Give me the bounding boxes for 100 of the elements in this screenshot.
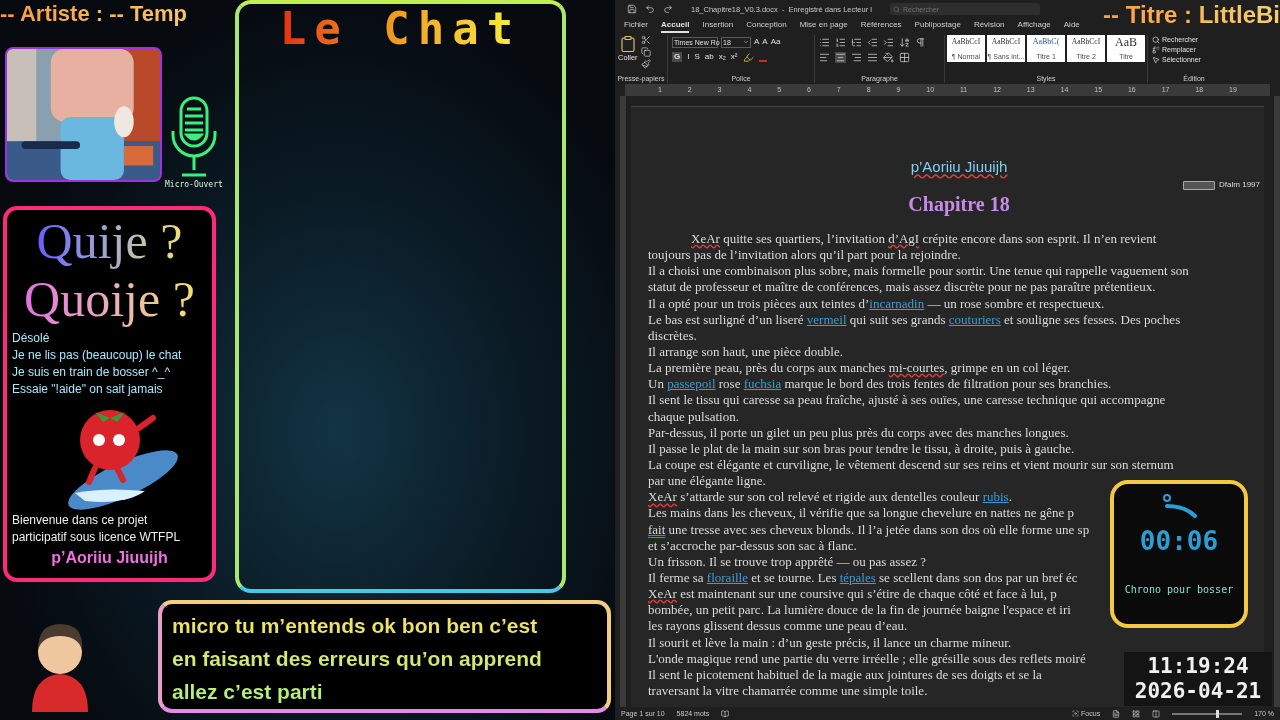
document-link[interactable]: rubis <box>982 489 1009 505</box>
document-line: Le bas est surligné d’un liseré vermeil qui suit ses grands couturiers et souligne ses fesses. Des poches <box>648 311 1181 328</box>
numbered-list-icon[interactable] <box>835 36 846 48</box>
message-line: Je ne lis pas (beaucoup) le chat <box>12 347 183 364</box>
chrono-time: 00:06 <box>1139 526 1219 556</box>
document-link[interactable]: passepoil <box>667 376 716 392</box>
copy-icon[interactable] <box>640 47 651 57</box>
ribbon-tab[interactable]: Conception <box>746 18 787 33</box>
dropdown-caret-icon[interactable] <box>743 39 749 45</box>
document-line: Un frisson. Il se trouve trop apprêté — ou pas assez ? <box>648 553 926 570</box>
font-size-button[interactable]: A <box>754 37 760 47</box>
document-line: bombée, un petit parc. La lumière douce de la fin de journée baigne l'espace et iri <box>648 602 1071 619</box>
highlighter-icon[interactable] <box>742 51 754 63</box>
pilcrow-icon[interactable] <box>915 36 926 48</box>
zoom-slider[interactable] <box>1172 712 1243 715</box>
font-size-button[interactable]: A <box>762 37 768 47</box>
chapter-title: Chapitre 18 <box>908 192 1010 216</box>
bullet-list-icon[interactable] <box>819 36 830 48</box>
format-button[interactable]: S <box>694 52 700 62</box>
cursor-icon <box>1152 55 1160 64</box>
multilevel-list-icon[interactable] <box>851 36 862 48</box>
redo-icon[interactable] <box>663 4 673 14</box>
web-layout-icon[interactable] <box>1132 709 1141 718</box>
zoom-slider-thumb[interactable] <box>1215 709 1219 718</box>
document-line: Un passepoil rose fuchsia marque le bord des trois fentes de filtration pour ses branchies. <box>648 376 1112 393</box>
ribbon-tab[interactable]: Mise en page <box>799 18 848 33</box>
font-size-button[interactable]: Aa <box>770 37 781 47</box>
print-layout-icon[interactable] <box>1112 709 1121 718</box>
align-center-icon[interactable] <box>835 51 846 63</box>
document-line: chaque pulsation. <box>648 408 739 425</box>
document-line: Il a choisi une combinaison plus sobre, mais formelle pour sortir. Une tenue qui rappelle vaguement son <box>648 263 1189 280</box>
justify-icon[interactable] <box>867 51 878 63</box>
sort-icon[interactable] <box>899 36 910 48</box>
indent-decrease-icon[interactable] <box>867 36 878 48</box>
format-button[interactable]: ab <box>704 52 714 62</box>
document-link[interactable]: couturiers <box>948 311 1001 327</box>
clipboard-icon <box>618 35 637 53</box>
format-button[interactable]: G <box>672 52 683 62</box>
document-line: Par-dessus, il porte un gilet un peu plus près du corps avec des manches longues. <box>648 424 1069 441</box>
document-link[interactable]: floraille <box>706 569 748 585</box>
format-button[interactable]: I <box>687 52 690 62</box>
ribbon-tab[interactable]: Publipostage <box>914 18 961 33</box>
search-icon <box>892 5 900 13</box>
undo-icon[interactable] <box>645 4 655 14</box>
document-link[interactable]: fuchsia <box>743 376 782 392</box>
indent-increase-icon[interactable] <box>883 36 894 48</box>
welcome-text: Bienvenue dans ce projet participatif sous licence WTFPL <box>12 512 182 546</box>
document-line: fait une tresse avec ses cheveux blonds. Il l’a jetée dans son dos où elle forme une sp <box>648 521 1090 538</box>
chrono-label: Chrono pour bosser <box>1124 584 1234 596</box>
format-painter-icon[interactable] <box>640 59 651 69</box>
format-button[interactable]: x² <box>730 52 738 62</box>
align-right-icon[interactable] <box>851 51 862 63</box>
message-line: Désolé <box>12 330 51 347</box>
ribbon-tab[interactable]: Insertion <box>702 18 734 33</box>
search-icon <box>1152 35 1160 44</box>
cut-icon[interactable] <box>640 35 651 45</box>
document-link[interactable]: vermeil <box>806 311 847 327</box>
document-line: Il sent le tissu qui caresse sa peau fraîche, ajusté à ses ouïes, une caresse technique qui accompagne <box>648 392 1166 409</box>
shading-icon[interactable] <box>883 51 894 63</box>
document-line: Les mains dans les cheveux, il vérifie que sa longue chevelure en nattes ne gêne p <box>648 505 1074 522</box>
document-line: par une élégante ligne. <box>648 473 766 490</box>
ribbon-tab[interactable]: Révision <box>973 18 1005 33</box>
ribbon-tab[interactable]: Références <box>860 18 902 33</box>
document-line: Il sent le picotement habituel de la magie aux jointures de ses doigts et se la <box>648 666 1042 683</box>
ribbon-tab[interactable]: Fichier <box>624 18 648 33</box>
align-left-icon[interactable] <box>819 51 830 63</box>
style-preview: AaBbC( <box>1032 36 1060 48</box>
document-line: Il sourit et lève la main : d’un geste précis, il lance un charme mineur. <box>648 634 1012 651</box>
author-name: p’Aoriiu Jiuuijh <box>51 548 168 568</box>
book-icon[interactable] <box>721 709 730 718</box>
document-line: L'onde magique rend une partie du verre irréelle ; elle grésille sous des reflets moiré <box>648 650 1086 667</box>
document-line: statut de professeur et maître de conférences, mais assez discrète pour ne pas paraître prétentieux. <box>648 279 1156 296</box>
document-line: XeAr quitte ses quartiers, l’invitation d’AgI crépite encore dans son esprit. Il n’en revient <box>691 231 1157 248</box>
author-heading: p’Aoriiu Jiuuijh <box>910 158 1008 176</box>
document-line: discrètes. <box>648 327 697 344</box>
document-line: La première peau, près du corps aux manches mi-courtes, grimpe en un col léger. <box>648 360 1071 377</box>
clock-date: 2026-04-21 <box>1134 679 1262 704</box>
document-line: Il ferme sa floraille et se tourne. Les tépales se scellent dans son dos par un bref éc <box>648 569 1078 587</box>
message-line: Essaie "!aide" on sait jamais <box>12 381 164 398</box>
document-line: Il arrange son haut, une pièce double. <box>648 344 843 361</box>
read-mode-icon[interactable] <box>1152 709 1161 718</box>
ribbon-tab[interactable]: Affichage <box>1017 18 1051 33</box>
license-text: Dfalm 1997 <box>1219 180 1260 190</box>
format-button[interactable]: x₂ <box>718 52 726 62</box>
clock-time: 11:19:24 <box>1147 654 1249 679</box>
message-line: Je suis en train de bosser ^_^ <box>12 364 171 381</box>
document-line: La coupe est élégante et curviligne, le vêtement descend sur ses reins et vient mourir sur son sternum <box>648 456 1174 474</box>
document-line: les rayons glissent dessus comme une peau d’eau. <box>648 618 908 635</box>
document-line: toujours pas de l’invitation alors qu’il part pour la rejoindre. <box>648 247 961 264</box>
document-line: Il a opté pour un trois pièces aux teintes d’incarnadin — un rose sombre et respectueux. <box>648 295 1105 312</box>
document-line: et s’accroche par-dessus son sac à flanc. <box>648 537 857 554</box>
save-icon[interactable] <box>627 4 637 14</box>
document-line: traversant la vitre chamarrée comme une simple toile. <box>648 682 928 700</box>
ribbon-tab[interactable]: Aide <box>1063 18 1080 33</box>
document-link[interactable]: incarnadin <box>869 295 925 311</box>
mic-label: Micro-Ouvert <box>165 180 223 190</box>
document-link[interactable]: tépales <box>839 569 876 585</box>
document-line: XeAr s’attarde sur son col relevé et rigide aux dentelles couleur rubis. <box>648 489 1012 506</box>
document-line: XeAr est maintenant sur une coursive qui s’étire de chaque côté et face à lui, p <box>648 586 1057 603</box>
borders-icon[interactable] <box>899 51 910 63</box>
